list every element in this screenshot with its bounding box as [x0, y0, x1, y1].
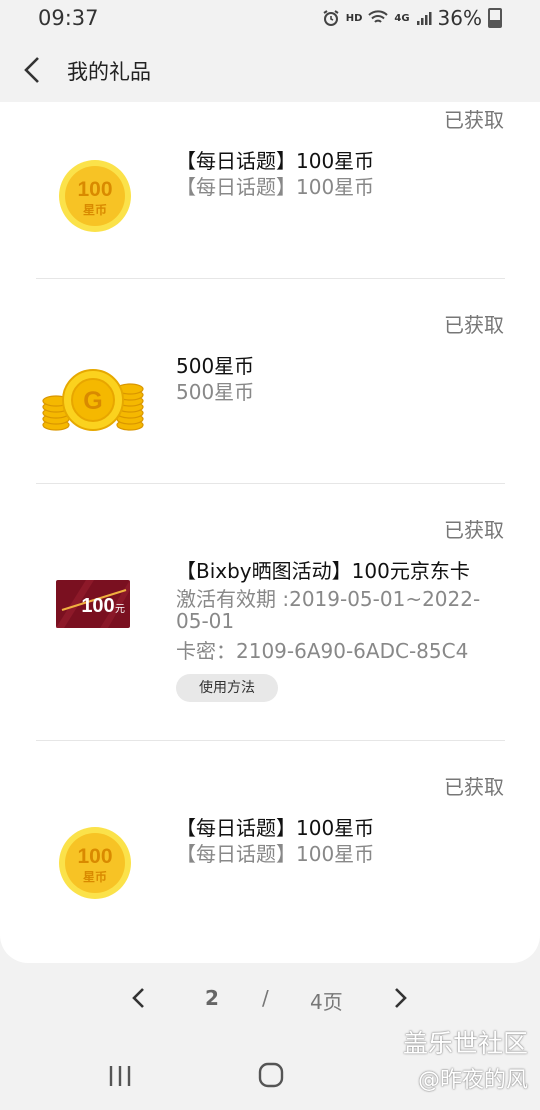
- gift-item[interactable]: 已获取 100 星币 【每日话题】100星币 【每日话题】100星币: [0, 102, 540, 278]
- status-time: 09:37: [38, 6, 99, 30]
- total-pages: 4页: [310, 990, 343, 1014]
- card-code: 卡密：2109-6A90-6ADC-85C4: [176, 639, 469, 663]
- gift-list: 已获取 100 星币 【每日话题】100星币 【每日话题】100星币 已获取 G…: [0, 102, 540, 963]
- page-title: 我的礼品: [67, 60, 151, 84]
- app-header: 我的礼品: [0, 38, 540, 102]
- wifi-icon: [368, 10, 389, 23]
- coin-unit: 星币: [83, 203, 107, 217]
- gift-status: 已获取: [444, 108, 504, 132]
- home-button[interactable]: [256, 1060, 286, 1094]
- star-coin-icon: 100 星币: [59, 827, 131, 899]
- coin-value: 100: [77, 178, 112, 201]
- gift-title: 【每日话题】100星币: [176, 149, 375, 173]
- gift-status: 已获取: [444, 775, 504, 799]
- signal-icon: [416, 12, 432, 25]
- validity-line1: 激活有效期 :2019-05-01~2022-: [176, 587, 481, 611]
- star-coin-icon: 100 星币: [59, 160, 131, 232]
- card-unit: 元: [115, 604, 125, 615]
- pagination: 2 / 4页: [0, 980, 540, 1020]
- alarm-icon: [323, 10, 339, 26]
- coin-value: 100: [77, 845, 112, 868]
- status-bar: 09:37 HD 4G 36%: [0, 0, 540, 38]
- gift-item[interactable]: 已获取 100 星币 【每日话题】100星币 【每日话题】100星币: [0, 741, 540, 963]
- coin-unit: 星币: [83, 870, 107, 884]
- gift-item[interactable]: 已获取 100 元 【Bixby晒图活动】100元京东卡 激活有效期 :2019…: [0, 484, 540, 740]
- home-icon: [258, 1062, 284, 1088]
- gift-subtitle: 【每日话题】100星币: [176, 842, 375, 866]
- gift-status: 已获取: [444, 518, 504, 542]
- gift-status: 已获取: [444, 313, 504, 337]
- coin-letter: G: [83, 387, 102, 415]
- page-separator: /: [262, 986, 269, 1010]
- chevron-right-icon: [395, 988, 407, 1008]
- recent-apps-icon: [109, 1066, 131, 1086]
- chevron-left-icon: [132, 988, 144, 1008]
- gift-subtitle: 【每日话题】100星币: [176, 175, 375, 199]
- gift-title: 【每日话题】100星币: [176, 816, 375, 840]
- battery-icon: [488, 8, 502, 28]
- network-type: 4G: [394, 12, 410, 24]
- watermark-site: 盖乐世社区: [402, 1029, 528, 1058]
- gift-subtitle: 500星币: [176, 380, 255, 404]
- battery-percent: 36%: [437, 6, 482, 30]
- hd-indicator: HD: [345, 12, 363, 24]
- gold-coins-icon: G: [42, 369, 144, 431]
- gift-item[interactable]: 已获取 G 500星币 500星币: [0, 279, 540, 483]
- current-page: 2: [205, 986, 219, 1010]
- jd-gift-card-icon: 100 元: [56, 580, 130, 628]
- recent-apps-button[interactable]: [106, 1062, 134, 1094]
- watermark-author: @昨夜的风: [417, 1068, 528, 1093]
- gift-title: 【Bixby晒图活动】100元京东卡: [176, 559, 470, 583]
- chevron-left-icon: [24, 57, 39, 83]
- card-value: 100: [81, 595, 114, 617]
- validity-line2: 05-01: [176, 609, 235, 633]
- usage-button[interactable]: 使用方法: [176, 674, 278, 702]
- gift-title: 500星币: [176, 354, 255, 378]
- prev-page-button[interactable]: [123, 982, 155, 1014]
- status-icons: HD 4G 36%: [322, 6, 502, 30]
- next-page-button[interactable]: [384, 982, 416, 1014]
- back-button[interactable]: [14, 50, 54, 90]
